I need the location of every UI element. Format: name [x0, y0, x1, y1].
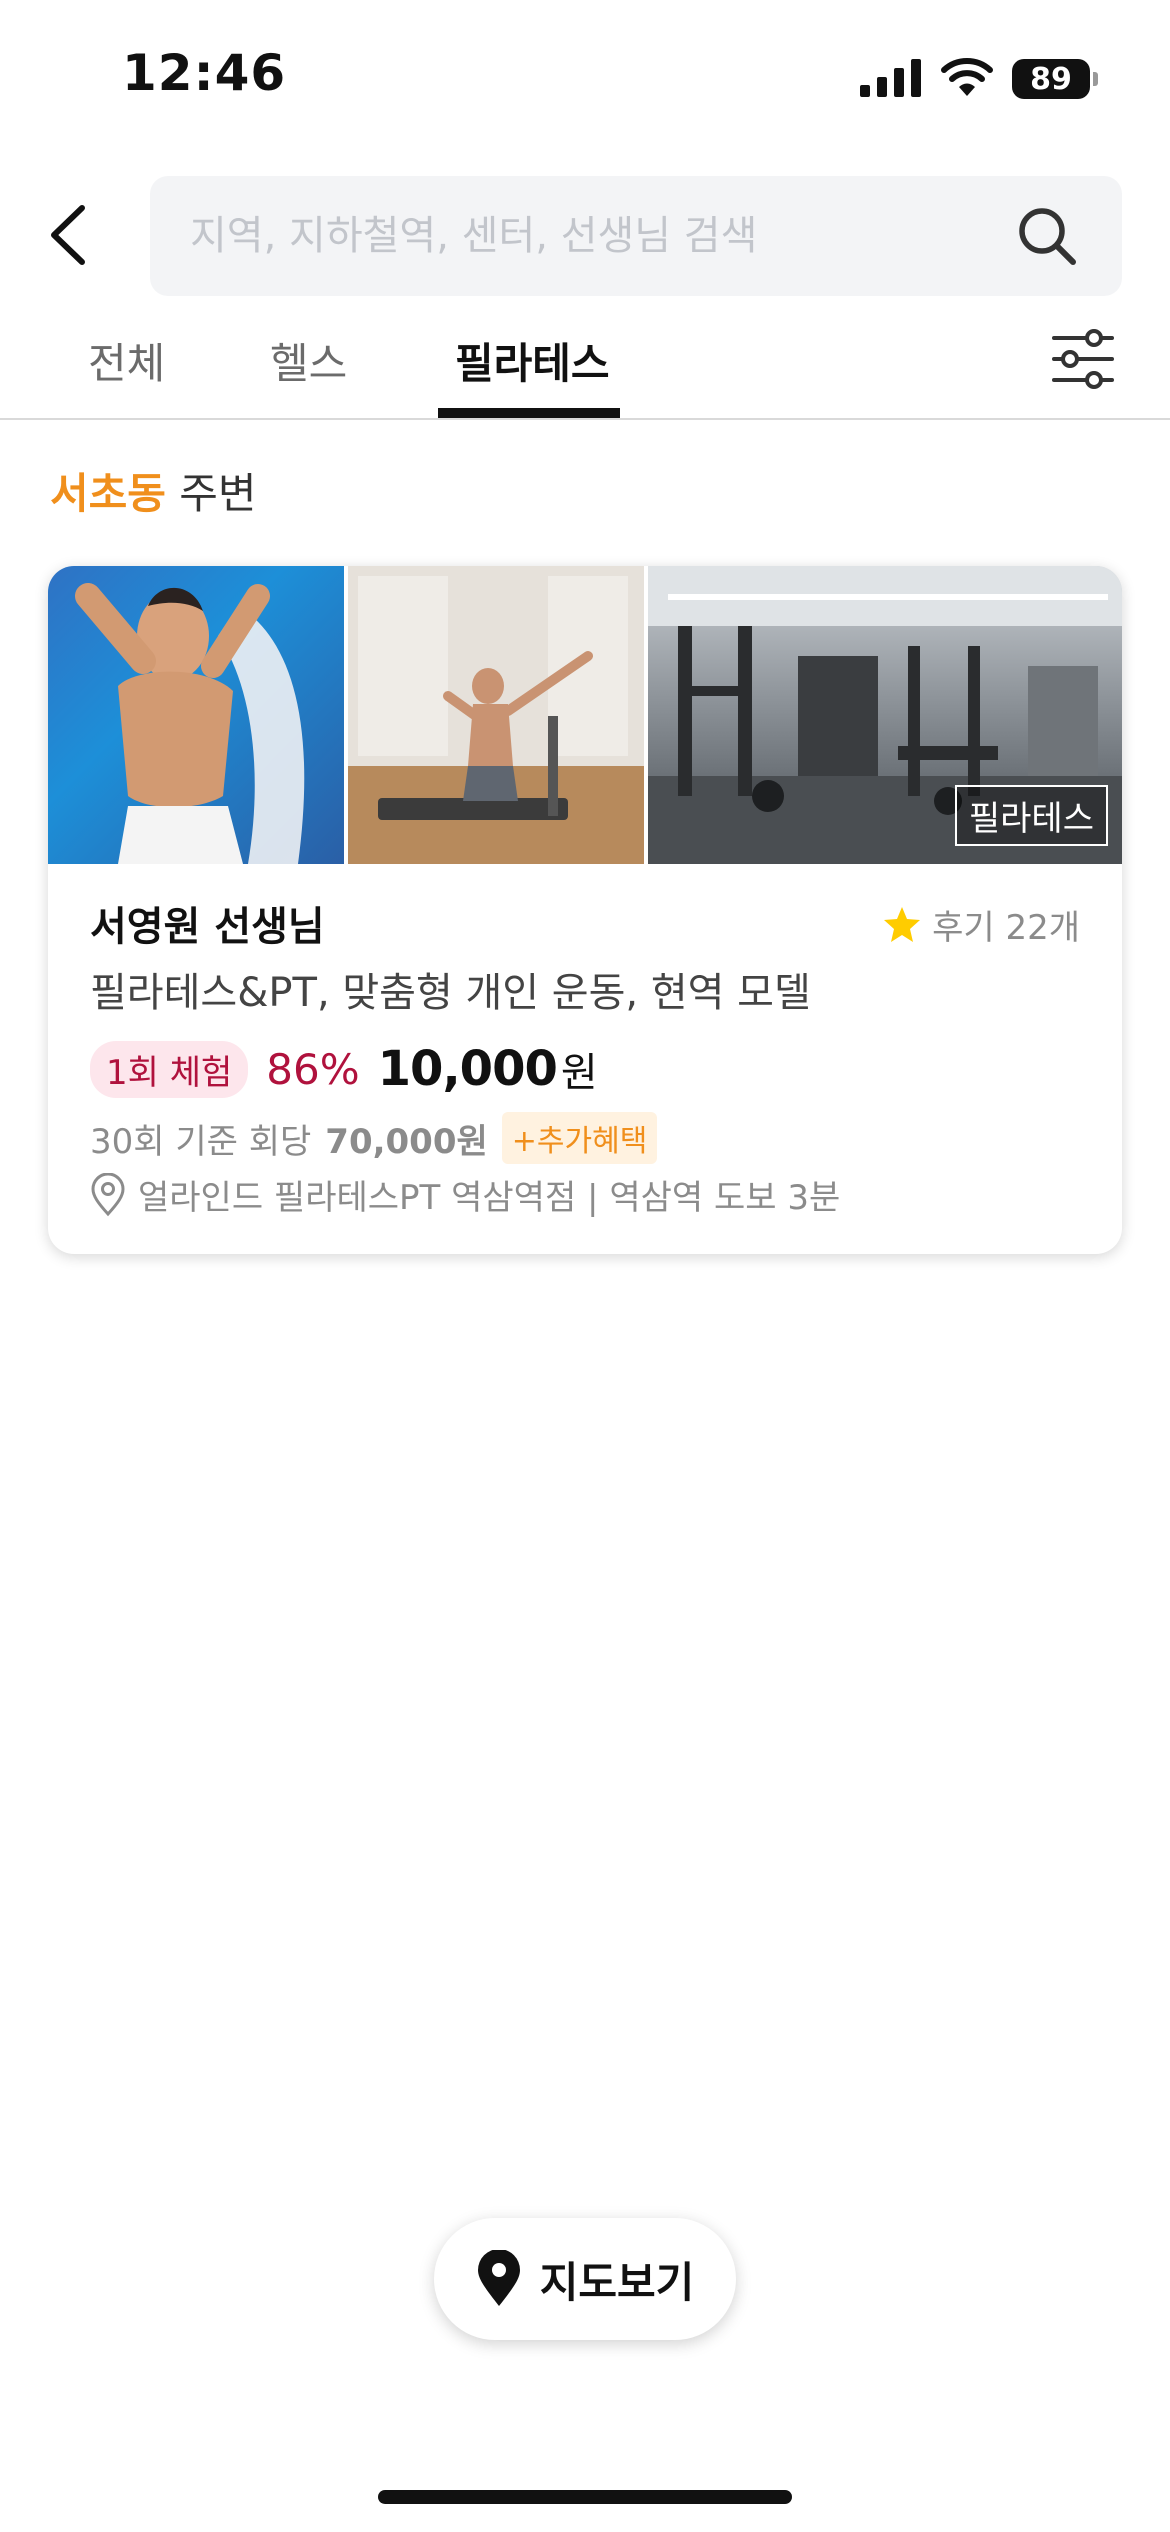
- base-price-label: 30회 기준 회당: [90, 1121, 312, 1162]
- review-summary[interactable]: 후기 22개: [882, 900, 1080, 949]
- address-row: 얼라인드 필라테스PT 역삼역점 | 역삼역 도보 3분: [88, 1170, 840, 1219]
- category-tabs: 전체 헬스 필라테스: [0, 318, 1170, 420]
- base-price: 70,000원: [325, 1121, 488, 1162]
- review-count: 후기 22개: [932, 908, 1080, 948]
- extra-benefit-badge: +추가혜택: [501, 1112, 658, 1164]
- gym-interior-photo: 필라테스: [648, 566, 1122, 864]
- tab-pilates[interactable]: 필라테스: [455, 330, 610, 391]
- tab-health[interactable]: 헬스: [270, 330, 347, 391]
- photo-gallery[interactable]: 필라테스: [48, 566, 1122, 864]
- active-tab-indicator: [438, 408, 620, 418]
- sliders-icon: [1052, 329, 1114, 389]
- map-pin-icon: [477, 2250, 520, 2306]
- star-icon: [884, 906, 921, 942]
- status-icons: 89: [860, 56, 1098, 102]
- view-map-button[interactable]: 지도보기: [434, 2218, 736, 2340]
- trainer-photo: [48, 566, 344, 864]
- listing-subtitle: 필라테스&PT, 맞춤형 개인 운동, 현역 모델: [90, 970, 811, 1016]
- category-tag: 필라테스: [954, 785, 1108, 846]
- trial-badge: 1회 체험: [90, 1040, 249, 1098]
- price-row: 1회 체험 86% 10,000 원: [90, 1040, 598, 1098]
- search-bar[interactable]: [150, 176, 1122, 296]
- tab-all[interactable]: 전체: [88, 330, 165, 391]
- location-pin-icon: [91, 1172, 125, 1216]
- status-time: 12:46: [122, 44, 287, 102]
- view-map-label: 지도보기: [539, 2257, 695, 2307]
- current-location: 서초동 주변: [50, 460, 257, 521]
- chevron-left-icon: [51, 205, 85, 265]
- teacher-name: 서영원 선생님: [90, 904, 325, 950]
- price-unit: 원: [560, 1050, 598, 1096]
- pilates-studio-photo: [348, 566, 644, 864]
- trial-price: 10,000: [377, 1041, 558, 1097]
- discount-rate: 86%: [266, 1044, 360, 1094]
- filter-settings-button[interactable]: [1048, 324, 1118, 394]
- battery-indicator: 89: [1012, 59, 1098, 99]
- screen: 12:46 89 지역, 지하철역, 센터, 선생님 검색 전체 헬스 필라테스…: [0, 0, 1170, 2532]
- back-button[interactable]: [38, 200, 98, 270]
- base-price-row: 30회 기준 회당 70,000원 +추가혜택: [90, 1112, 658, 1164]
- search-input[interactable]: [190, 213, 1012, 259]
- cellular-signal-icon: [860, 57, 922, 101]
- wifi-icon: [940, 56, 994, 102]
- trainer-listing-card[interactable]: 필라테스 서영원 선생님 후기 22개 필라테스&PT, 맞춤형 개인 운동, …: [48, 566, 1122, 1254]
- home-indicator[interactable]: [378, 2490, 792, 2504]
- location-area[interactable]: 서초동: [50, 469, 166, 518]
- location-suffix: 주변: [179, 469, 257, 518]
- address-text: 얼라인드 필라테스PT 역삼역점 | 역삼역 도보 3분: [138, 1178, 841, 1218]
- search-icon[interactable]: [1012, 201, 1082, 271]
